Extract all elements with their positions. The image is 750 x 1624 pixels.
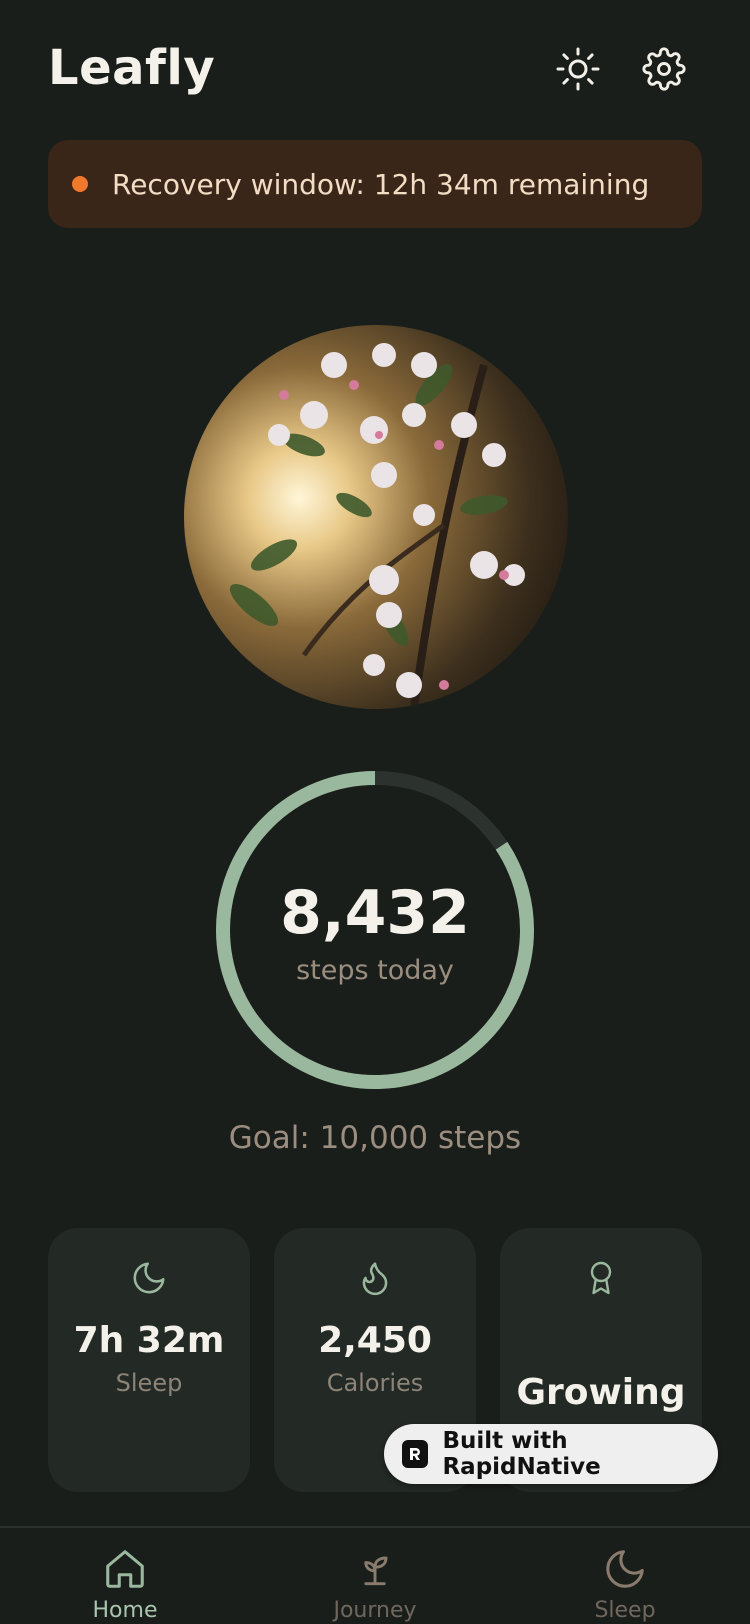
sleep-label: Sleep [115, 1369, 183, 1397]
tab-label: Sleep [594, 1598, 656, 1623]
sun-icon[interactable] [553, 44, 603, 94]
recovery-banner[interactable]: Recovery window: 12h 34m remaining [48, 140, 702, 228]
tab-label: Home [92, 1598, 158, 1623]
gear-icon[interactable] [639, 44, 689, 94]
calories-label: Calories [326, 1369, 424, 1397]
tab-sleep[interactable]: Sleep [500, 1528, 750, 1624]
steps-goal: Goal: 10,000 steps [228, 1120, 522, 1156]
moon-icon [602, 1546, 648, 1592]
plant-photo [184, 325, 568, 709]
banner-text: Recovery window: 12h 34m remaining [112, 167, 650, 201]
built-with-badge[interactable]: Built with RapidNative [384, 1424, 718, 1484]
sprout-icon [353, 1546, 397, 1592]
rapidnative-logo-icon [402, 1440, 429, 1468]
home-icon [102, 1546, 148, 1592]
moon-icon [130, 1258, 168, 1298]
steps-value: 8,432 [280, 877, 470, 948]
steps-label: steps today [296, 954, 454, 986]
sleep-card[interactable]: 7h 32m Sleep [48, 1228, 250, 1492]
status-dot [72, 176, 88, 192]
steps-progress-ring: 8,432 steps today [215, 770, 535, 1090]
app-title: Leafly [48, 40, 216, 96]
tab-label: Journey [333, 1598, 417, 1623]
tab-bar: Home Journey Sleep [0, 1526, 750, 1624]
calories-value: 2,450 [318, 1320, 432, 1361]
tab-journey[interactable]: Journey [250, 1528, 500, 1624]
badge-text: Built with RapidNative [442, 1428, 601, 1480]
growth-value: Growing [516, 1372, 686, 1413]
header: Leafly [0, 0, 750, 140]
sleep-value: 7h 32m [73, 1320, 225, 1361]
award-icon [583, 1258, 619, 1298]
tab-home[interactable]: Home [0, 1528, 250, 1624]
flame-icon [356, 1258, 394, 1298]
